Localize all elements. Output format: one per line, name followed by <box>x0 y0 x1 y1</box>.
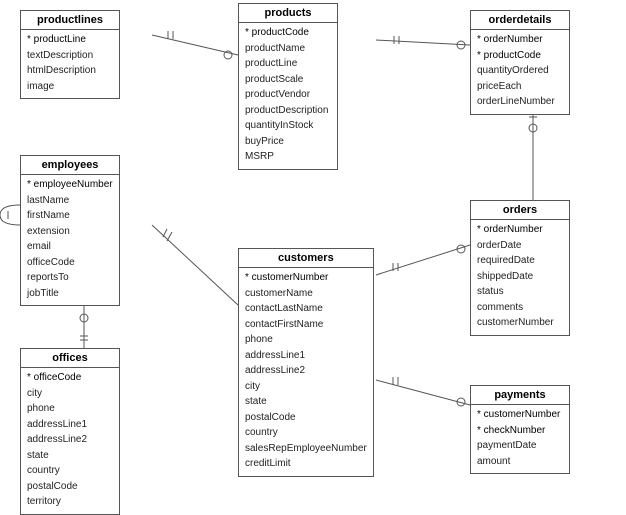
field-country: country <box>27 463 113 479</box>
field-quantityordered: quantityOrdered <box>477 63 563 79</box>
entity-header-offices: offices <box>21 349 119 368</box>
field-city: city <box>245 379 367 395</box>
field-country: country <box>245 425 367 441</box>
field---ordernumber: * orderNumber <box>477 32 563 48</box>
entity-customers: customers* customerNumbercustomerNamecon… <box>238 248 374 477</box>
field-postalcode: postalCode <box>245 410 367 426</box>
field-productdescription: productDescription <box>245 103 331 119</box>
entity-body-products: * productCodeproductNameproductLineprodu… <box>239 23 337 169</box>
field-shippeddate: shippedDate <box>477 269 563 285</box>
field-jobtitle: jobTitle <box>27 286 113 302</box>
field-postalcode: postalCode <box>27 479 113 495</box>
erd-diagram: productlines* productLinetextDescription… <box>0 0 626 500</box>
field-creditlimit: creditLimit <box>245 456 367 472</box>
field-paymentdate: paymentDate <box>477 438 563 454</box>
field-customernumber: customerNumber <box>477 315 563 331</box>
field-orderlinenumber: orderLineNumber <box>477 94 563 110</box>
field-salesrepemployeenumber: salesRepEmployeeNumber <box>245 441 367 457</box>
field-textdescription: textDescription <box>27 48 113 64</box>
entity-body-payments: * customerNumber* checkNumberpaymentDate… <box>471 405 569 473</box>
field-state: state <box>27 448 113 464</box>
field---checknumber: * checkNumber <box>477 423 563 439</box>
field-addressline2: addressLine2 <box>27 432 113 448</box>
field-comments: comments <box>477 300 563 316</box>
entity-header-orders: orders <box>471 201 569 220</box>
entity-orders: orders* orderNumberorderDaterequiredDate… <box>470 200 570 336</box>
field-htmldescription: htmlDescription <box>27 63 113 79</box>
entity-payments: payments* customerNumber* checkNumberpay… <box>470 385 570 474</box>
field---productcode: * productCode <box>245 25 331 41</box>
entity-body-offices: * officeCodecityphoneaddressLine1address… <box>21 368 119 514</box>
entity-products: products* productCodeproductNameproductL… <box>238 3 338 170</box>
field-buyprice: buyPrice <box>245 134 331 150</box>
field---officecode: * officeCode <box>27 370 113 386</box>
entity-body-orderdetails: * orderNumber* productCodequantityOrdere… <box>471 30 569 114</box>
field---employeenumber: * employeeNumber <box>27 177 113 193</box>
field-status: status <box>477 284 563 300</box>
entity-body-productlines: * productLinetextDescriptionhtmlDescript… <box>21 30 119 98</box>
entity-header-customers: customers <box>239 249 373 268</box>
entity-body-employees: * employeeNumberlastNamefirstNameextensi… <box>21 175 119 305</box>
field-productline: productLine <box>245 56 331 72</box>
field-addressline1: addressLine1 <box>245 348 367 364</box>
field-productname: productName <box>245 41 331 57</box>
field-customername: customerName <box>245 286 367 302</box>
field---customernumber: * customerNumber <box>245 270 367 286</box>
field-image: image <box>27 79 113 95</box>
entity-employees: employees* employeeNumberlastNamefirstNa… <box>20 155 120 306</box>
entity-header-products: products <box>239 4 337 23</box>
field---customernumber: * customerNumber <box>477 407 563 423</box>
field-addressline1: addressLine1 <box>27 417 113 433</box>
field-msrp: MSRP <box>245 149 331 165</box>
field-state: state <box>245 394 367 410</box>
field-amount: amount <box>477 454 563 470</box>
field-quantityinstock: quantityInStock <box>245 118 331 134</box>
entity-productlines: productlines* productLinetextDescription… <box>20 10 120 99</box>
field---productline: * productLine <box>27 32 113 48</box>
field-priceeach: priceEach <box>477 79 563 95</box>
entity-header-productlines: productlines <box>21 11 119 30</box>
field-firstname: firstName <box>27 208 113 224</box>
field---ordernumber: * orderNumber <box>477 222 563 238</box>
entity-body-orders: * orderNumberorderDaterequiredDateshippe… <box>471 220 569 335</box>
entity-orderdetails: orderdetails* orderNumber* productCodequ… <box>470 10 570 115</box>
entity-offices: offices* officeCodecityphoneaddressLine1… <box>20 348 120 515</box>
field-lastname: lastName <box>27 193 113 209</box>
entity-header-employees: employees <box>21 156 119 175</box>
entity-header-payments: payments <box>471 386 569 405</box>
entity-header-orderdetails: orderdetails <box>471 11 569 30</box>
field-contactlastname: contactLastName <box>245 301 367 317</box>
field-productvendor: productVendor <box>245 87 331 103</box>
entity-body-customers: * customerNumbercustomerNamecontactLastN… <box>239 268 373 476</box>
field-addressline2: addressLine2 <box>245 363 367 379</box>
field-extension: extension <box>27 224 113 240</box>
field-reportsto: reportsTo <box>27 270 113 286</box>
field-phone: phone <box>245 332 367 348</box>
field-productscale: productScale <box>245 72 331 88</box>
field-orderdate: orderDate <box>477 238 563 254</box>
field-requireddate: requiredDate <box>477 253 563 269</box>
field-city: city <box>27 386 113 402</box>
field-officecode: officeCode <box>27 255 113 271</box>
field-contactfirstname: contactFirstName <box>245 317 367 333</box>
field---productcode: * productCode <box>477 48 563 64</box>
field-email: email <box>27 239 113 255</box>
field-phone: phone <box>27 401 113 417</box>
field-territory: territory <box>27 494 113 510</box>
